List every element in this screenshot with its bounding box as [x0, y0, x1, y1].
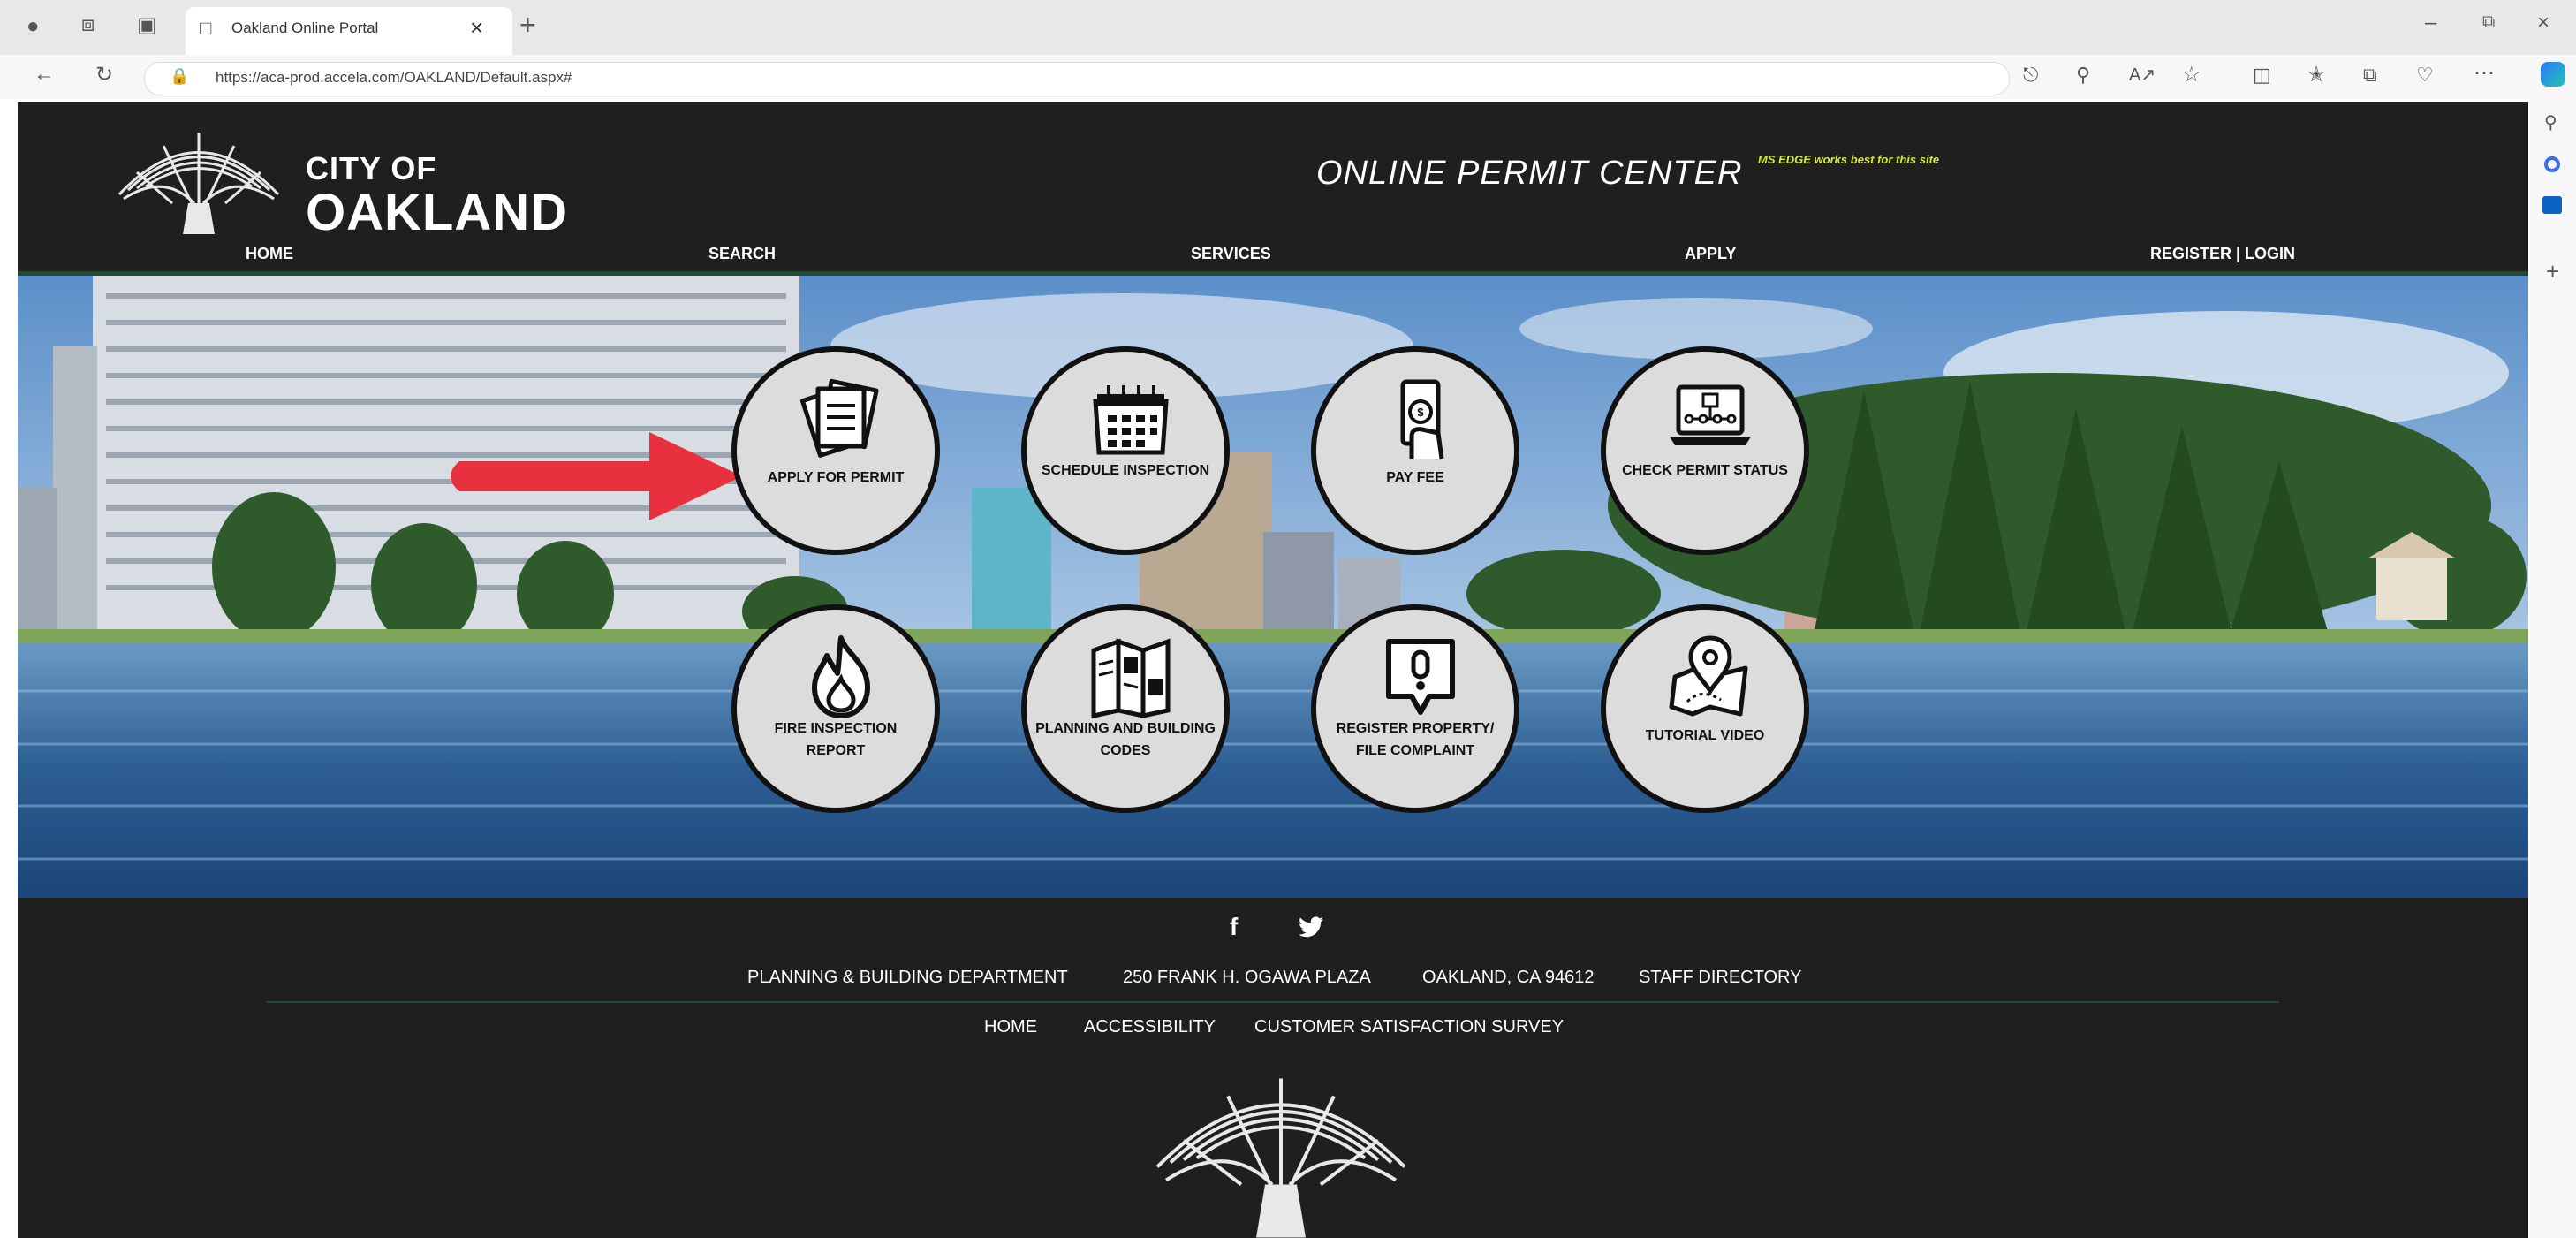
- footer-survey-link[interactable]: CUSTOMER SATISFACTION SURVEY: [1254, 1017, 1564, 1037]
- register-property-file-complaint-button[interactable]: REGISTER PROPERTY/ FILE COMPLAINT: [1311, 604, 1519, 813]
- favorite-star-icon[interactable]: ☆: [2182, 62, 2201, 87]
- map-pin-icon: [1669, 635, 1748, 717]
- page-title: ONLINE PERMIT CENTER: [1316, 155, 1743, 192]
- service-label: PLANNING AND BUILDING CODES: [1035, 721, 1216, 758]
- close-tab-icon[interactable]: ×: [470, 14, 483, 42]
- close-window-icon[interactable]: ×: [2537, 11, 2549, 35]
- fire-inspection-report-button[interactable]: FIRE INSPECTION REPORT: [731, 604, 940, 813]
- new-tab-icon[interactable]: +: [519, 9, 536, 42]
- add-sidebar-icon[interactable]: +: [2546, 258, 2559, 285]
- footer-city: OAKLAND, CA 94612: [1422, 968, 1595, 987]
- documents-icon: [799, 378, 879, 458]
- favorites-icon[interactable]: ✭: [2307, 62, 2325, 87]
- nav-search[interactable]: SEARCH: [708, 245, 776, 263]
- read-aloud-icon[interactable]: A↗: [2129, 64, 2156, 86]
- footer-divider: [267, 1001, 2279, 1003]
- footer-home-link[interactable]: HOME: [984, 1017, 1037, 1037]
- back-icon[interactable]: ←: [34, 62, 55, 87]
- footer-department[interactable]: PLANNING & BUILDING DEPARTMENT: [747, 968, 1068, 988]
- browser-tab[interactable]: □ Oakland Online Portal ×: [186, 7, 512, 55]
- service-label: TUTORIAL VIDEO: [1645, 728, 1765, 743]
- browser-tab-bar: ● ⧈ ▣ □ Oakland Online Portal × + – ⧉ ×: [0, 0, 2576, 55]
- tab-actions-icon[interactable]: ▣: [137, 12, 157, 38]
- service-label: APPLY FOR PERMIT: [767, 470, 905, 485]
- permit-portal-page: CITY OF OAKLAND ONLINE PERMIT CENTER MS …: [18, 102, 2528, 1238]
- alert-bubble-icon: [1386, 639, 1455, 715]
- brochure-icon: [1091, 638, 1171, 719]
- footer-oak-tree-icon: [1155, 1078, 1406, 1238]
- flame-icon: [812, 635, 870, 718]
- browser-note: MS EDGE works best for this site: [1758, 153, 1940, 166]
- restore-icon[interactable]: ⧉: [2482, 12, 2495, 33]
- planning-building-codes-button[interactable]: PLANNING AND BUILDING CODES: [1021, 604, 1230, 813]
- nav-register-login[interactable]: REGISTER | LOGIN: [2150, 245, 2295, 263]
- split-screen-icon[interactable]: ◫: [2253, 64, 2271, 87]
- service-label: REGISTER PROPERTY/ FILE COMPLAINT: [1336, 721, 1495, 758]
- browser-sidebar: ⚲ +: [2530, 55, 2576, 1238]
- nav-services[interactable]: SERVICES: [1191, 245, 1271, 263]
- workspaces-icon[interactable]: ⧈: [81, 12, 95, 37]
- red-arrow-icon: [451, 432, 742, 520]
- nav-home[interactable]: HOME: [246, 245, 293, 263]
- schedule-inspection-button[interactable]: SCHEDULE INSPECTION: [1021, 346, 1230, 555]
- tab-title: Oakland Online Portal: [231, 19, 379, 36]
- service-label: FIRE INSPECTION REPORT: [774, 721, 898, 758]
- service-label: PAY FEE: [1386, 470, 1444, 485]
- calendar-icon: [1093, 385, 1169, 455]
- twitter-icon[interactable]: [1299, 916, 1323, 938]
- logo-line-1: CITY OF: [306, 150, 437, 186]
- pay-fee-button[interactable]: $ PAY FEE: [1311, 346, 1519, 555]
- laptop-flow-icon: [1670, 384, 1751, 445]
- profile-icon[interactable]: ●: [27, 14, 40, 39]
- tutorial-video-button[interactable]: TUTORIAL VIDEO: [1601, 604, 1809, 813]
- copilot-icon[interactable]: [2541, 62, 2565, 87]
- outlook-icon[interactable]: [2542, 196, 2562, 214]
- tools-icon[interactable]: [2544, 156, 2560, 172]
- search-icon[interactable]: ⚲: [2544, 111, 2557, 133]
- footer-staff-directory[interactable]: STAFF DIRECTORY: [1639, 968, 1801, 988]
- nav-apply[interactable]: APPLY: [1685, 245, 1736, 263]
- collections-icon[interactable]: ⧉: [2363, 64, 2377, 87]
- extensions-icon[interactable]: ♡: [2416, 64, 2434, 87]
- service-label: SCHEDULE INSPECTION: [1041, 463, 1210, 478]
- lock-icon[interactable]: 🔒: [170, 67, 189, 86]
- key-icon[interactable]: ⎋: [2023, 64, 2038, 87]
- service-label: CHECK PERMIT STATUS: [1622, 463, 1788, 478]
- facebook-icon[interactable]: f: [1230, 913, 1238, 941]
- lake-merritt-background: [18, 276, 2528, 898]
- url-field[interactable]: 🔒 https://aca-prod.accela.com/OAKLAND/De…: [144, 62, 2010, 95]
- logo-line-2: OAKLAND: [306, 184, 568, 241]
- footer-address: 250 FRANK H. OGAWA PLAZA: [1123, 968, 1371, 987]
- svg-text:$: $: [1417, 406, 1424, 419]
- check-permit-status-button[interactable]: CHECK PERMIT STATUS: [1601, 346, 1809, 555]
- footer-accessibility-link[interactable]: ACCESSIBILITY: [1084, 1017, 1216, 1037]
- url-text: https://aca-prod.accela.com/OAKLAND/Defa…: [216, 69, 572, 86]
- oak-tree-logo-icon[interactable]: [110, 119, 287, 243]
- page-icon: □: [200, 17, 212, 39]
- zoom-icon[interactable]: ⚲: [2076, 64, 2090, 87]
- refresh-icon[interactable]: ↻: [95, 62, 113, 87]
- money-hand-icon: $: [1400, 379, 1444, 460]
- hero-banner: APPLY FOR PERMIT SCHEDULE INSPECTION $ P…: [18, 276, 2528, 898]
- minimize-icon[interactable]: –: [2425, 11, 2436, 35]
- more-menu-icon[interactable]: ⋯: [2474, 60, 2495, 86]
- apply-for-permit-button[interactable]: APPLY FOR PERMIT: [731, 346, 940, 555]
